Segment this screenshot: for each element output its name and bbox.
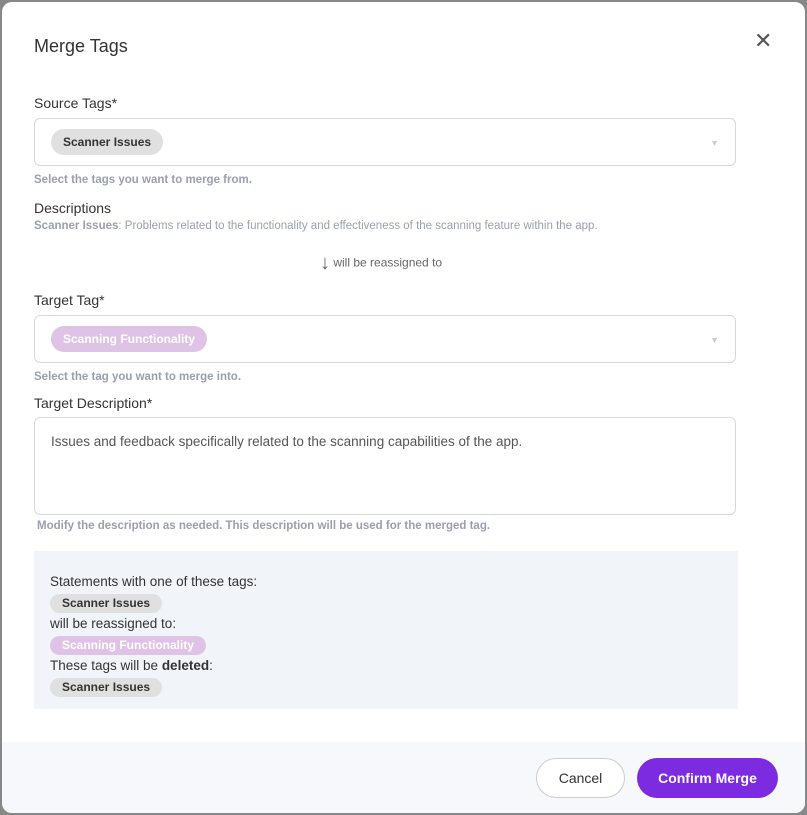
summary-deleted: deleted (161, 658, 210, 673)
confirm-merge-button[interactable]: Confirm Merge (637, 758, 778, 798)
descriptions-label: Descriptions (34, 200, 112, 216)
arrow-down-icon: ↓ (320, 252, 330, 274)
source-description: Scanner Issues: Problems related to the … (34, 220, 598, 232)
description-tag: Scanner Issues (34, 220, 119, 232)
summary-text: These tags will be (50, 658, 162, 673)
source-help: Select the tags you want to merge from. (34, 174, 252, 186)
chevron-down-icon: ▼ (710, 335, 719, 345)
chevron-down-icon: ▼ (710, 138, 719, 148)
reassign-text: will be reassigned to (333, 255, 443, 270)
reassign-note: ↓ will be reassigned to (320, 252, 442, 275)
summary-deleted-tag: Scanner Issues (50, 678, 163, 697)
summary-text: : (209, 658, 213, 673)
close-icon[interactable]: ✕ (754, 28, 772, 54)
target-help: Select the tag you want to merge into. (34, 371, 242, 383)
merge-tags-dialog: Merge Tags ✕ Source Tags* Scanner Issues… (2, 2, 805, 813)
dialog-title: Merge Tags (34, 36, 128, 56)
source-tags-select[interactable]: Scanner Issues ▼ (34, 118, 736, 166)
dialog-footer: Cancel Confirm Merge (2, 742, 805, 813)
target-description-help: Modify the description as needed. This d… (37, 520, 491, 532)
target-tag-chip[interactable]: Scanning Functionality (51, 326, 208, 352)
target-tag-label: Target Tag* (34, 292, 105, 308)
target-description-label: Target Description* (34, 395, 153, 411)
target-description-input[interactable]: Issues and feedback specifically related… (34, 417, 736, 515)
summary-line: will be reassigned to: (50, 616, 177, 631)
cancel-button[interactable]: Cancel (536, 758, 625, 798)
summary-line: Statements with one of these tags: (50, 574, 258, 589)
source-tags-label: Source Tags* (34, 95, 118, 111)
description-text: : Problems related to the functionality … (118, 220, 598, 232)
target-tag-select[interactable]: Scanning Functionality ▼ (34, 315, 736, 363)
summary-target-tag: Scanning Functionality (50, 636, 207, 655)
source-tag-chip[interactable]: Scanner Issues (51, 129, 164, 155)
merge-summary: Statements with one of these tags: Scann… (34, 551, 738, 709)
summary-line: These tags will be deleted: (50, 655, 722, 676)
summary-source-tag: Scanner Issues (50, 594, 163, 613)
